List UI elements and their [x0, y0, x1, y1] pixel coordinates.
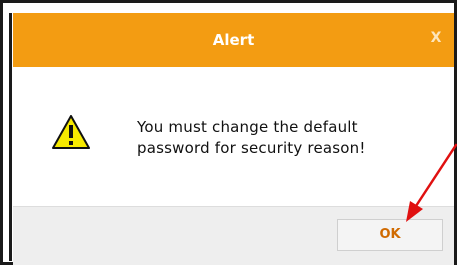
warning-triangle-icon — [52, 115, 90, 149]
dialog-footer: OK — [13, 206, 454, 265]
close-icon[interactable]: X — [428, 30, 444, 46]
dialog-header: Alert X — [13, 13, 454, 67]
dialog-title: Alert — [212, 31, 255, 49]
message-line-2: password for security reason! — [137, 139, 366, 157]
window-border-left — [9, 13, 12, 261]
dialog-body: You must change the default password for… — [13, 67, 454, 206]
ok-button[interactable]: OK — [337, 219, 443, 251]
dialog-message: You must change the default password for… — [137, 117, 437, 159]
message-line-1: You must change the default — [137, 118, 358, 136]
